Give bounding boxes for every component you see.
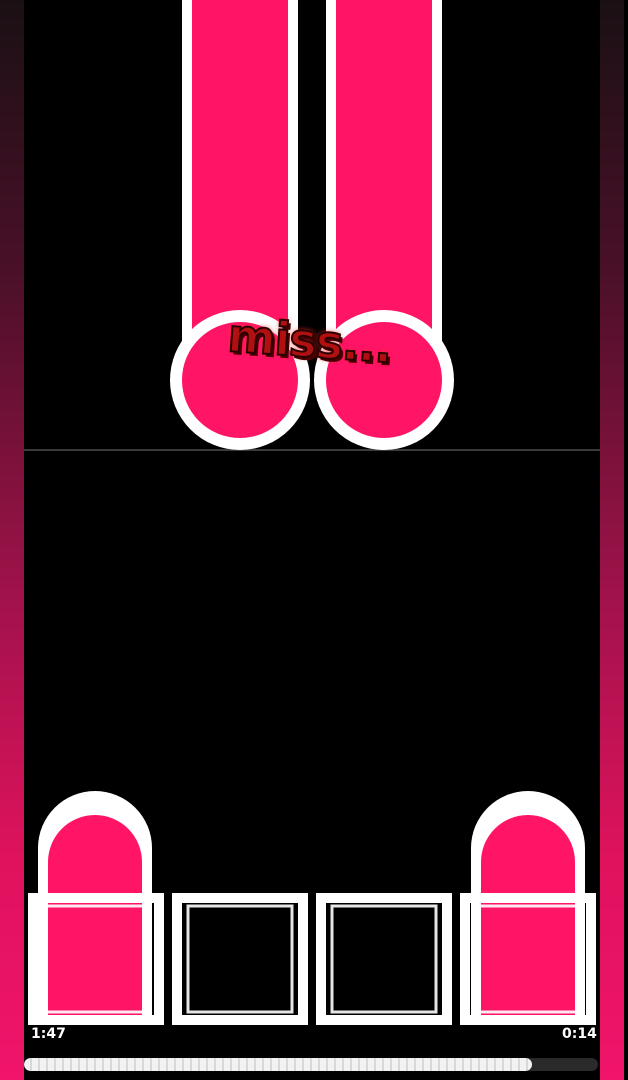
receptor-lane-1[interactable] [28,791,164,1025]
receptor-frame [172,893,308,1025]
receptor-lane-4[interactable] [460,791,596,1025]
song-progress-bar [24,1058,598,1071]
hold-note-body [192,0,288,355]
receptor-lane-3[interactable] [316,893,452,1025]
rhythm-game-stage: miss... 1:47 0:14 [0,0,628,1080]
receptor-glow [48,815,142,1016]
hold-note-lane-3 [314,0,454,450]
game-graphics [28,0,596,1025]
hold-note-lane-2 [170,0,310,450]
receptor-lane-2[interactable] [172,893,308,1025]
hold-note-body [336,0,432,355]
receptor-glow [481,815,575,1016]
time-elapsed: 1:47 [31,1026,66,1042]
time-remaining: 0:14 [562,1026,597,1042]
judgement-text: miss... [225,307,394,374]
receptor-frame [316,893,452,1025]
song-progress-fill [24,1058,532,1071]
